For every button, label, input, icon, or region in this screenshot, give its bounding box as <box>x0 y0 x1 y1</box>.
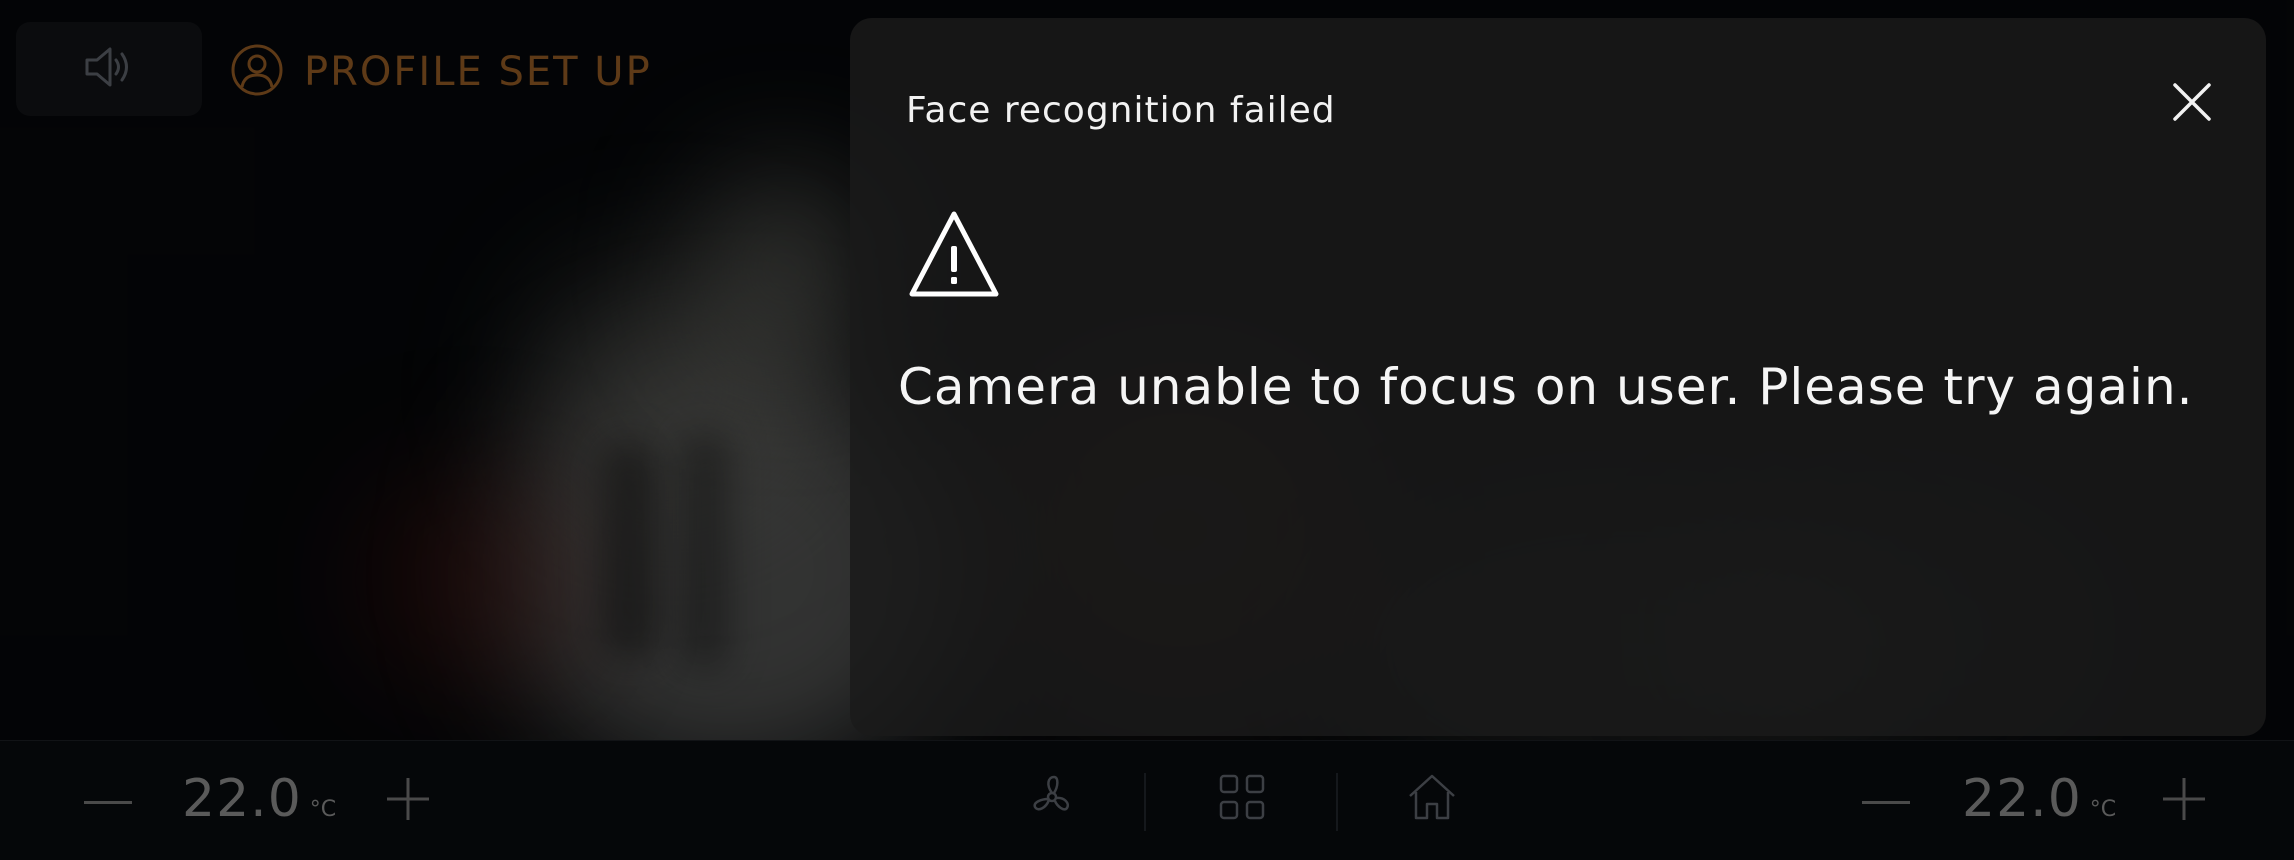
home-button[interactable] <box>1402 769 1462 829</box>
right-temperature-value: 22.0 <box>1962 769 2082 829</box>
fan-icon <box>1026 771 1078 827</box>
warning-triangle-icon <box>908 208 1000 302</box>
left-temperature-value: 22.0 <box>182 769 302 829</box>
left-temp-decrease-button[interactable] <box>78 771 138 831</box>
fan-button[interactable] <box>1022 769 1082 829</box>
left-temperature: 22.0 °C <box>182 769 336 829</box>
apps-button[interactable] <box>1212 769 1272 829</box>
climate-dock-bar: 22.0 °C 22.0 °C <box>0 740 2294 860</box>
speaker-icon <box>83 43 135 95</box>
right-temperature-unit: °C <box>2089 797 2117 822</box>
minus-icon <box>84 792 132 811</box>
right-temp-decrease-button[interactable] <box>1856 771 1916 831</box>
dialog-title: Face recognition failed <box>906 90 1336 131</box>
right-temperature: 22.0 °C <box>1962 769 2116 829</box>
plus-icon <box>385 776 431 826</box>
volume-button[interactable] <box>16 22 202 116</box>
close-button[interactable] <box>2162 74 2222 134</box>
page-title: PROFILE SET UP <box>304 49 652 95</box>
close-icon <box>2172 82 2212 126</box>
left-temperature-unit: °C <box>309 797 337 822</box>
profile-header: PROFILE SET UP <box>230 40 652 104</box>
home-icon <box>1406 772 1458 826</box>
dialog-message: Camera unable to focus on user. Please t… <box>898 358 2194 416</box>
dock-divider <box>1336 773 1338 831</box>
face-recognition-error-dialog: Face recognition failed Camera unable to… <box>850 18 2266 736</box>
left-temp-increase-button[interactable] <box>378 771 438 831</box>
right-temp-increase-button[interactable] <box>2154 771 2214 831</box>
app-grid-icon <box>1218 773 1266 825</box>
plus-icon <box>2161 776 2207 826</box>
dock-divider <box>1144 773 1146 831</box>
screen: PROFILE SET UP Face recognition failed C… <box>0 0 2294 860</box>
user-circle-icon <box>230 43 284 101</box>
minus-icon <box>1862 792 1910 811</box>
